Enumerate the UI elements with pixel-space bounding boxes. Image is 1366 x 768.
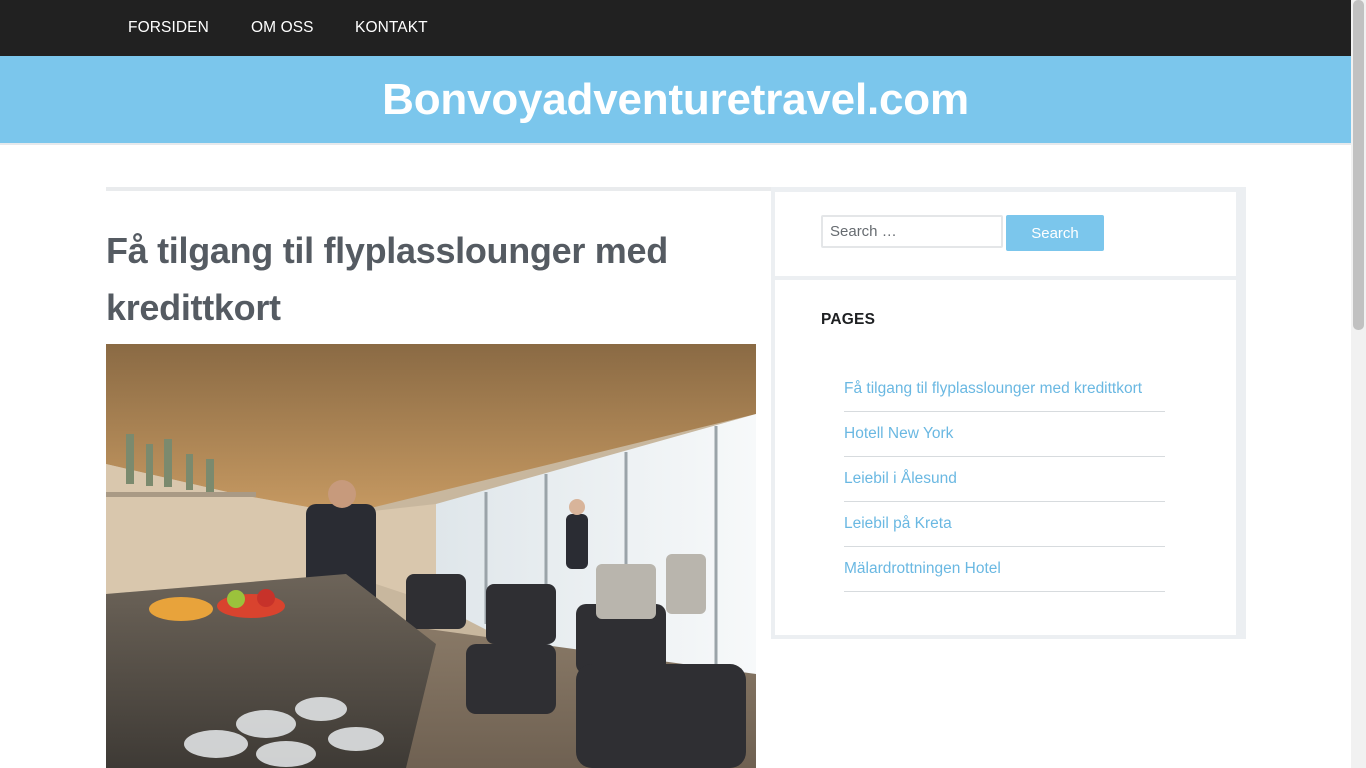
nav-item-forsiden[interactable]: FORSIDEN [128, 19, 209, 37]
list-item: Leiebil i Ålesund [844, 457, 1165, 502]
page-link[interactable]: Leiebil i Ålesund [844, 470, 957, 488]
top-navigation: FORSIDEN OM OSS KONTAKT [0, 0, 1351, 56]
nav-item-kontakt[interactable]: KONTAKT [355, 19, 428, 37]
scrollbar-thumb[interactable] [1353, 0, 1364, 330]
content-divider [106, 187, 771, 191]
site-header-banner: Bonvoyadventuretravel.com [0, 56, 1351, 145]
page-link[interactable]: Hotell New York [844, 425, 953, 443]
page-link[interactable]: Mälardrottningen Hotel [844, 560, 1001, 578]
list-item: Få tilgang til flyplasslounger med kredi… [844, 367, 1165, 412]
search-input[interactable] [821, 215, 1003, 248]
page-link[interactable]: Leiebil på Kreta [844, 515, 952, 533]
nav-item-om-oss[interactable]: OM OSS [251, 19, 314, 37]
post-featured-image [106, 344, 756, 768]
page-link[interactable]: Få tilgang til flyplasslounger med kredi… [844, 380, 1142, 398]
search-button[interactable]: Search [1006, 215, 1104, 251]
list-item: Mälardrottningen Hotel [844, 547, 1165, 592]
post-title: Få tilgang til flyplasslounger med kredi… [106, 230, 668, 328]
site-title[interactable]: Bonvoyadventuretravel.com [0, 75, 1351, 125]
pages-heading: PAGES [821, 311, 876, 328]
list-item: Leiebil på Kreta [844, 502, 1165, 547]
pages-list: Få tilgang til flyplasslounger med kredi… [844, 367, 1165, 592]
list-item: Hotell New York [844, 412, 1165, 457]
